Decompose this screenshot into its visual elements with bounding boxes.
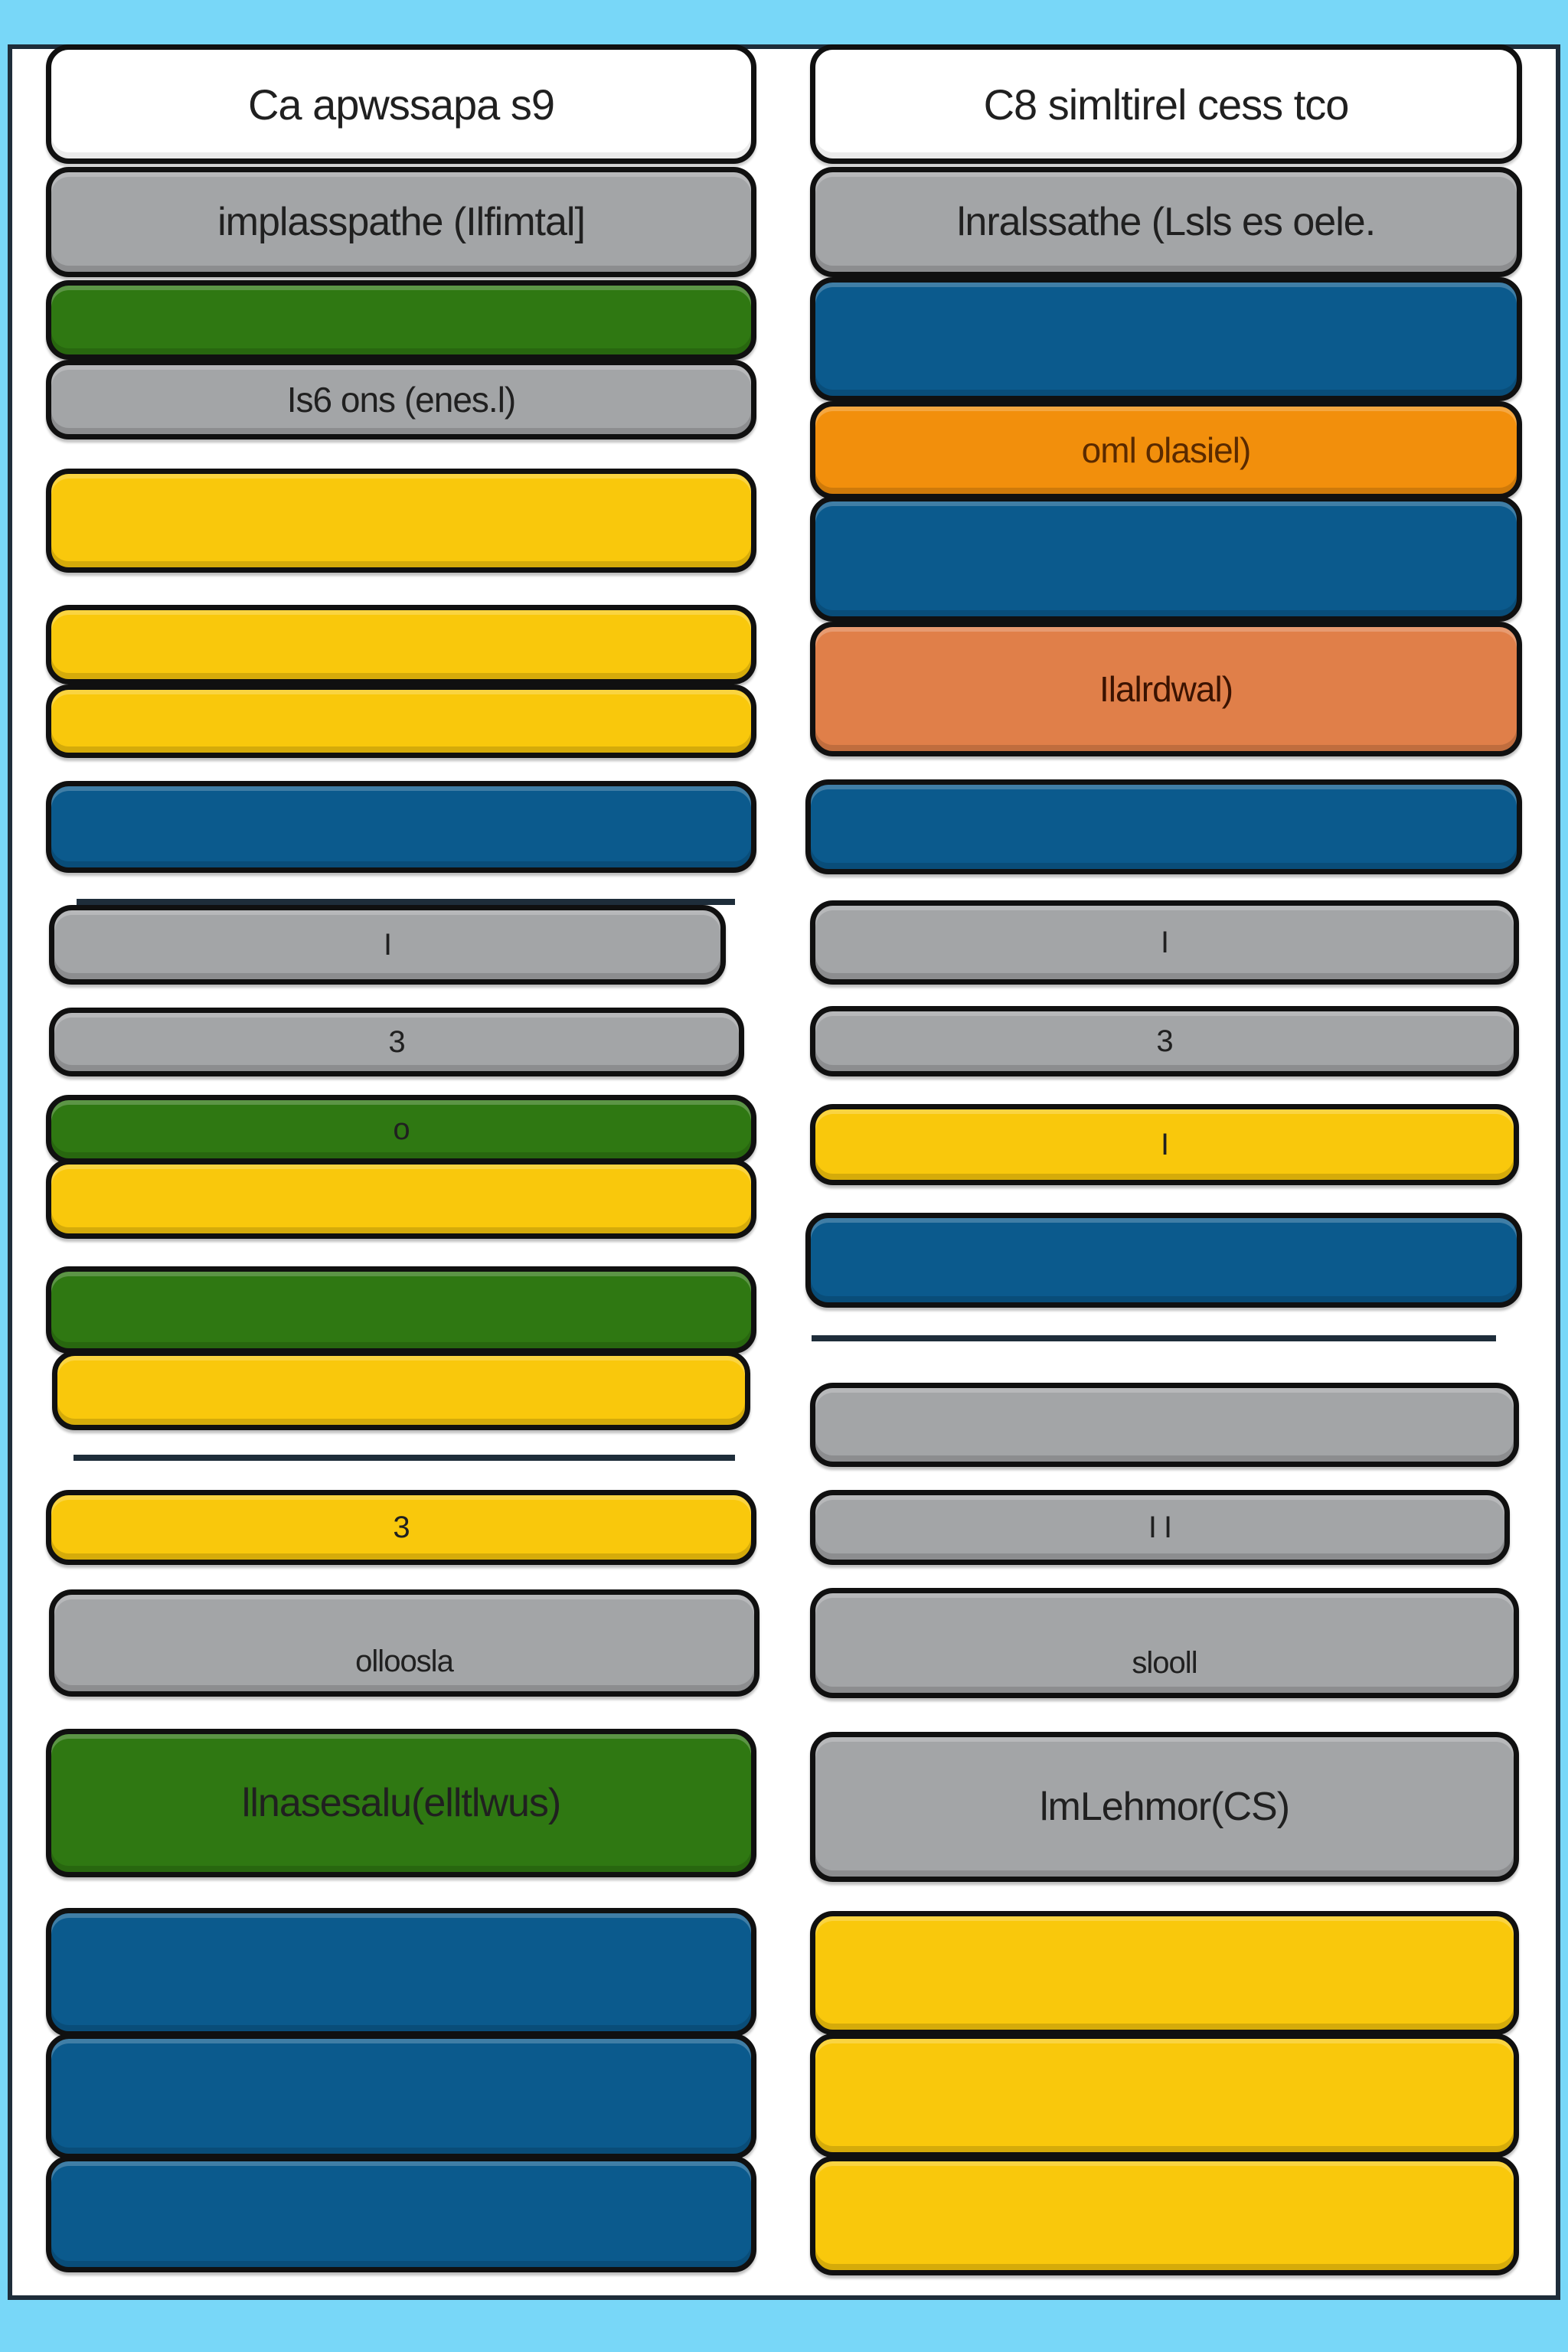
right-yellow-bar-2[interactable] [810,1911,1519,2035]
right-gray-bar-3[interactable] [810,1383,1519,1467]
right-gray-bar-5[interactable]: slooll [810,1588,1519,1698]
right-yellow-bar-3[interactable] [810,2034,1519,2158]
right-gray-bar-1[interactable]: I [810,900,1519,985]
right-gray-bar-2[interactable]: 3 [810,1006,1519,1076]
right-gray-bar-4[interactable]: I I [810,1490,1510,1565]
right-yellow-bar-1[interactable]: I [810,1104,1519,1185]
right-blue-bar-2[interactable] [810,496,1522,622]
right-column: C8 simltirel cess tco lnralssathe (Lsls … [0,0,1568,2352]
right-salmon-bar[interactable]: Ilalrdwal) [810,622,1522,756]
right-yellow-bar-4[interactable] [810,2156,1519,2275]
right-blue-bar-4[interactable] [805,1213,1522,1308]
right-subheader-bar[interactable]: lnralssathe (Lsls es oele. [810,167,1522,277]
right-blue-bar-1[interactable] [810,277,1522,401]
right-header-bar: C8 simltirel cess tco [810,44,1522,164]
right-orange-bar[interactable]: oml olasiel) [810,401,1522,499]
right-gray-bar-6[interactable]: lmLehmor(CS) [810,1732,1519,1882]
right-divider [812,1335,1496,1341]
right-blue-bar-3[interactable] [805,779,1522,874]
